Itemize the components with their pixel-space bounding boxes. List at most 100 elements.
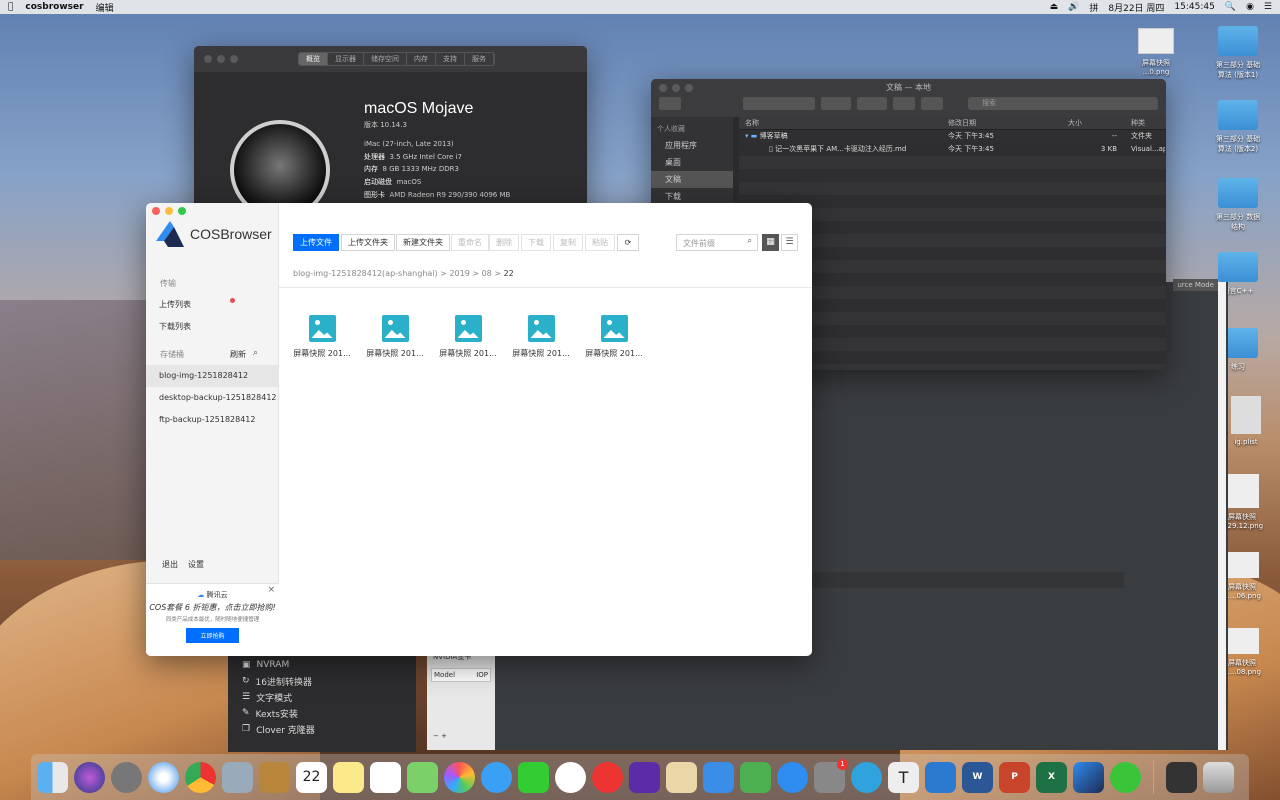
- promo-banner[interactable]: × ☁ 腾讯云 COS套餐 6 折钜惠，点击立即抢购! 同类产品成本最优，随时随…: [146, 583, 279, 656]
- copy-button[interactable]: 复制: [553, 234, 583, 251]
- menu-edit[interactable]: 编辑: [96, 1, 114, 14]
- rename-button[interactable]: 重命名: [451, 234, 489, 251]
- upload-list-link[interactable]: 上传列表: [159, 299, 191, 310]
- numbers-icon[interactable]: [740, 761, 771, 793]
- tag-button[interactable]: [921, 97, 943, 110]
- arrange-button[interactable]: [821, 97, 851, 110]
- system-preferences-icon[interactable]: 1: [814, 758, 848, 793]
- finder-icon[interactable]: [37, 761, 68, 793]
- paste-button[interactable]: 粘贴: [585, 234, 615, 251]
- powerpoint-icon[interactable]: P: [999, 761, 1030, 793]
- refresh-button[interactable]: 刷新: [230, 349, 246, 360]
- bucket-item[interactable]: blog-img-1251828412: [146, 365, 279, 387]
- tab-storage[interactable]: 储存空间: [364, 53, 407, 65]
- zoom-button[interactable]: [178, 207, 186, 215]
- table-row[interactable]: ▾ ▬ 博客草稿 今天 下午3:45 -- 文件夹: [739, 130, 1166, 143]
- breadcrumb-item[interactable]: blog-img-1251828412(ap-shanghai): [293, 269, 438, 278]
- new-folder-button[interactable]: 新建文件夹: [396, 234, 450, 251]
- clover-item-hex[interactable]: ↻ 16进制转换器: [228, 673, 416, 689]
- notes-icon[interactable]: [333, 761, 364, 793]
- keynote-icon[interactable]: [703, 761, 734, 793]
- photos-icon[interactable]: [444, 761, 475, 793]
- excel-icon[interactable]: X: [1036, 761, 1067, 793]
- menu-app-name[interactable]: cosbrowser: [25, 2, 83, 12]
- imovie-icon[interactable]: [629, 761, 660, 793]
- sidebar-item-desktop[interactable]: 桌面: [651, 154, 733, 171]
- action-button[interactable]: [857, 97, 887, 110]
- delete-button[interactable]: 删除: [489, 234, 519, 251]
- messages-icon[interactable]: [481, 761, 512, 793]
- clover-icon[interactable]: [1110, 761, 1141, 793]
- preview-icon[interactable]: [222, 761, 253, 793]
- download-button[interactable]: 下载: [521, 234, 551, 251]
- settings-link[interactable]: 设置: [188, 559, 204, 570]
- desktop-folder[interactable]: 第三部分 基础算法 (版本1): [1214, 26, 1262, 80]
- add-remove-buttons[interactable]: − +: [433, 732, 447, 740]
- refresh-icon[interactable]: ⟳: [617, 234, 639, 251]
- desktop-folder[interactable]: 第三部分 数据结构: [1214, 178, 1262, 232]
- search-icon[interactable]: ⌕: [253, 348, 258, 358]
- file-item[interactable]: 屏幕快照 201...: [289, 315, 355, 359]
- file-item[interactable]: 屏幕快照 201...: [508, 315, 574, 359]
- spotlight-icon[interactable]: 🔍: [1225, 2, 1236, 12]
- tab-support[interactable]: 支持: [436, 53, 465, 65]
- grid-view-icon[interactable]: ▦: [762, 234, 779, 251]
- breadcrumb-item[interactable]: 08: [482, 269, 492, 278]
- breadcrumb-item[interactable]: 22: [504, 269, 514, 278]
- safari-icon[interactable]: [148, 761, 179, 793]
- downloads-stack-icon[interactable]: [1166, 761, 1197, 793]
- col-size[interactable]: 大小: [1062, 117, 1125, 129]
- tab-memory[interactable]: 内存: [407, 53, 436, 65]
- col-kind[interactable]: 种类: [1125, 117, 1165, 129]
- close-icon[interactable]: ×: [267, 585, 275, 595]
- breadcrumb-item[interactable]: 2019: [449, 269, 469, 278]
- clover-item-kexts[interactable]: ✎ Kexts安装: [228, 705, 416, 721]
- tab-service[interactable]: 服务: [465, 53, 494, 65]
- vscode-icon[interactable]: [925, 761, 956, 793]
- sidebar-item-applications[interactable]: 应用程序: [651, 137, 733, 154]
- col-name[interactable]: 名称: [739, 117, 942, 129]
- file-item[interactable]: 屏幕快照 201...: [581, 315, 647, 359]
- app-store-icon[interactable]: [777, 761, 808, 793]
- typora-icon[interactable]: T: [888, 761, 919, 793]
- input-method-icon[interactable]: 拼: [1089, 1, 1098, 14]
- upload-folder-button[interactable]: 上传文件夹: [341, 234, 395, 251]
- clover-item-clone[interactable]: ❐ Clover 克隆器: [228, 721, 416, 737]
- reminders-icon[interactable]: [370, 761, 401, 793]
- list-view-icon[interactable]: ☰: [781, 234, 798, 251]
- clock-date[interactable]: 8月22日 周四: [1108, 1, 1164, 14]
- calendar-icon[interactable]: 22: [296, 761, 327, 793]
- view-mode-buttons[interactable]: [743, 97, 815, 110]
- file-prefix-search-input[interactable]: 文件前缀 ⌕: [676, 234, 758, 251]
- word-icon[interactable]: W: [962, 761, 993, 793]
- logout-link[interactable]: 退出: [162, 559, 178, 570]
- siri-icon[interactable]: [74, 761, 105, 793]
- pages-icon[interactable]: [666, 761, 697, 793]
- close-button[interactable]: [152, 207, 160, 215]
- volume-icon[interactable]: 🔊: [1068, 2, 1079, 12]
- trash-icon[interactable]: [1203, 761, 1234, 793]
- clock-time[interactable]: 15:45:45: [1174, 2, 1214, 12]
- minimize-button[interactable]: [217, 55, 225, 63]
- apple-icon[interactable]: : [8, 2, 13, 12]
- clover-item-nvram[interactable]: ▣ NVRAM: [228, 657, 416, 673]
- table-row[interactable]: ▯ 记一次黑苹果下 AM...卡驱动注入经历.md 今天 下午3:45 3 KB…: [739, 143, 1166, 156]
- tab-overview[interactable]: 概览: [299, 53, 328, 65]
- back-forward-button[interactable]: [659, 97, 681, 110]
- siri-icon[interactable]: ◉: [1246, 2, 1254, 12]
- close-button[interactable]: [204, 55, 212, 63]
- zoom-button[interactable]: [230, 55, 238, 63]
- chrome-icon[interactable]: [185, 761, 216, 793]
- file-item[interactable]: 屏幕快照 201...: [435, 315, 501, 359]
- upload-file-button[interactable]: 上传文件: [293, 234, 339, 251]
- tab-displays[interactable]: 显示器: [328, 53, 364, 65]
- col-date[interactable]: 修改日期: [942, 117, 1062, 129]
- maps-icon[interactable]: [407, 761, 438, 793]
- launchpad-icon[interactable]: [111, 761, 142, 793]
- sidebar-item-documents[interactable]: 文稿: [651, 171, 733, 188]
- download-list-link[interactable]: 下载列表: [159, 321, 191, 332]
- bucket-item[interactable]: desktop-backup-1251828412: [146, 387, 279, 409]
- itunes-icon[interactable]: [555, 761, 586, 793]
- eject-icon[interactable]: ⏏: [1050, 2, 1059, 12]
- promo-cta-button[interactable]: 立即抢购: [186, 628, 239, 643]
